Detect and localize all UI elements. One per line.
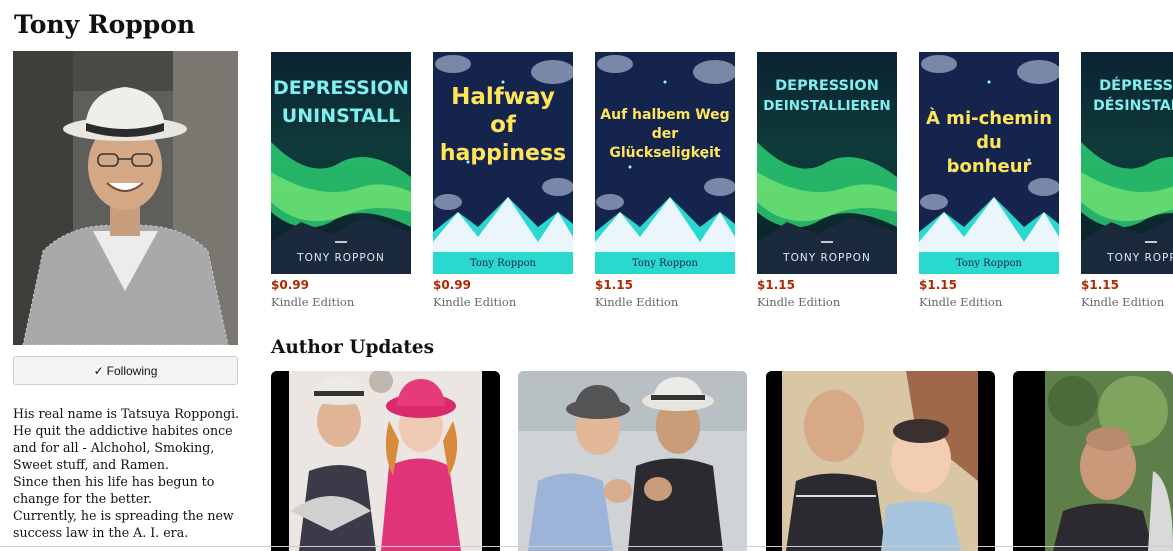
update-photo[interactable] (271, 371, 500, 551)
bio-line: and for all - Alchohol, Smoking, (13, 440, 215, 455)
book-title-line: DÉPRESSION (1099, 77, 1173, 94)
book-item[interactable]: DEPRESSION UNINSTALL TONY ROPPON $0.99 K… (271, 52, 412, 309)
book-format[interactable]: Kindle Edition (433, 295, 574, 309)
book-author-line: TONY ROPPON (782, 252, 871, 264)
book-author-line: TONY ROPPON (296, 252, 385, 264)
bio-line: Since then his life has begun to (13, 474, 215, 489)
book-format[interactable]: Kindle Edition (919, 295, 1060, 309)
author-bio: His real name is Tatsuya Roppongi. He qu… (13, 405, 243, 541)
book-author-line: Tony Roppon (956, 258, 1023, 269)
checkmark-icon: ✓ (93, 363, 104, 378)
book-cover[interactable]: DÉPRESSION DÉSINSTALLER TONY ROPPON (1081, 52, 1173, 274)
book-title-line: bonheur (947, 156, 1032, 177)
book-title-line: Halfway (451, 84, 555, 110)
book-cover[interactable]: DEPRESSION UNINSTALL TONY ROPPON (271, 52, 411, 274)
book-title-line: happiness (440, 141, 566, 166)
book-title-line: DEINSTALLIEREN (763, 98, 890, 114)
bio-line: change for the better. (13, 491, 152, 506)
book-price: $1.15 (595, 278, 633, 292)
book-cover[interactable]: Auf halbem Weg der Glückseligkeit Tony R… (595, 52, 735, 274)
book-title-line: DEPRESSION (273, 77, 409, 99)
book-format[interactable]: Kindle Edition (1081, 295, 1173, 309)
book-title-line: DEPRESSION (775, 78, 879, 94)
author-name: Tony Roppon (14, 10, 196, 39)
book-title-line: DÉSINSTALLER (1093, 97, 1173, 114)
book-author-line: Tony Roppon (632, 258, 699, 269)
book-author-line: Tony Roppon (470, 258, 537, 269)
following-button[interactable]: ✓ Following (13, 356, 238, 385)
book-format[interactable]: Kindle Edition (271, 295, 412, 309)
book-format[interactable]: Kindle Edition (595, 295, 736, 309)
book-author-line: TONY ROPPON (1106, 252, 1173, 264)
book-item[interactable]: DÉPRESSION DÉSINSTALLER TONY ROPPON $1.1… (1081, 52, 1173, 309)
bio-line: He quit the addictive habites once (13, 423, 233, 438)
bio-line: success law in the A. I. era. (13, 525, 189, 540)
book-title-line: À mi-chemin (926, 107, 1052, 129)
book-title-line: Glückseligkeit (609, 145, 721, 161)
author-photo (13, 51, 238, 345)
book-item[interactable]: DEPRESSION DEINSTALLIEREN TONY ROPPON $1… (757, 52, 898, 309)
book-item[interactable]: Halfway of happiness Tony Roppon $0.99 K… (433, 52, 574, 309)
book-price: $1.15 (1081, 278, 1119, 292)
author-updates-heading: Author Updates (271, 337, 435, 358)
book-title-line: der (652, 126, 679, 142)
book-price: $0.99 (271, 278, 309, 292)
book-price: $1.15 (757, 278, 795, 292)
bio-line: Currently, he is spreading the new (13, 508, 234, 523)
book-item[interactable]: À mi-chemin du bonheur Tony Roppon $1.15… (919, 52, 1060, 309)
book-cover[interactable]: À mi-chemin du bonheur Tony Roppon (919, 52, 1059, 274)
book-price: $0.99 (433, 278, 471, 292)
book-title-line: UNINSTALL (282, 105, 400, 127)
book-title-line: of (490, 112, 517, 138)
book-item[interactable]: Auf halbem Weg der Glückseligkeit Tony R… (595, 52, 736, 309)
following-label: Following (106, 363, 158, 378)
book-title-line: du (976, 132, 1002, 153)
book-title-line: Auf halbem Weg (600, 107, 729, 123)
book-format[interactable]: Kindle Edition (757, 295, 898, 309)
update-photo[interactable] (766, 371, 995, 551)
bio-line: Sweet stuff, and Ramen. (13, 457, 169, 472)
bio-line: His real name is Tatsuya Roppongi. (13, 406, 240, 421)
book-cover[interactable]: Halfway of happiness Tony Roppon (433, 52, 573, 274)
book-price: $1.15 (919, 278, 957, 292)
update-photo[interactable] (1013, 371, 1173, 551)
book-cover[interactable]: DEPRESSION DEINSTALLIEREN TONY ROPPON (757, 52, 897, 274)
update-photo[interactable] (518, 371, 747, 551)
